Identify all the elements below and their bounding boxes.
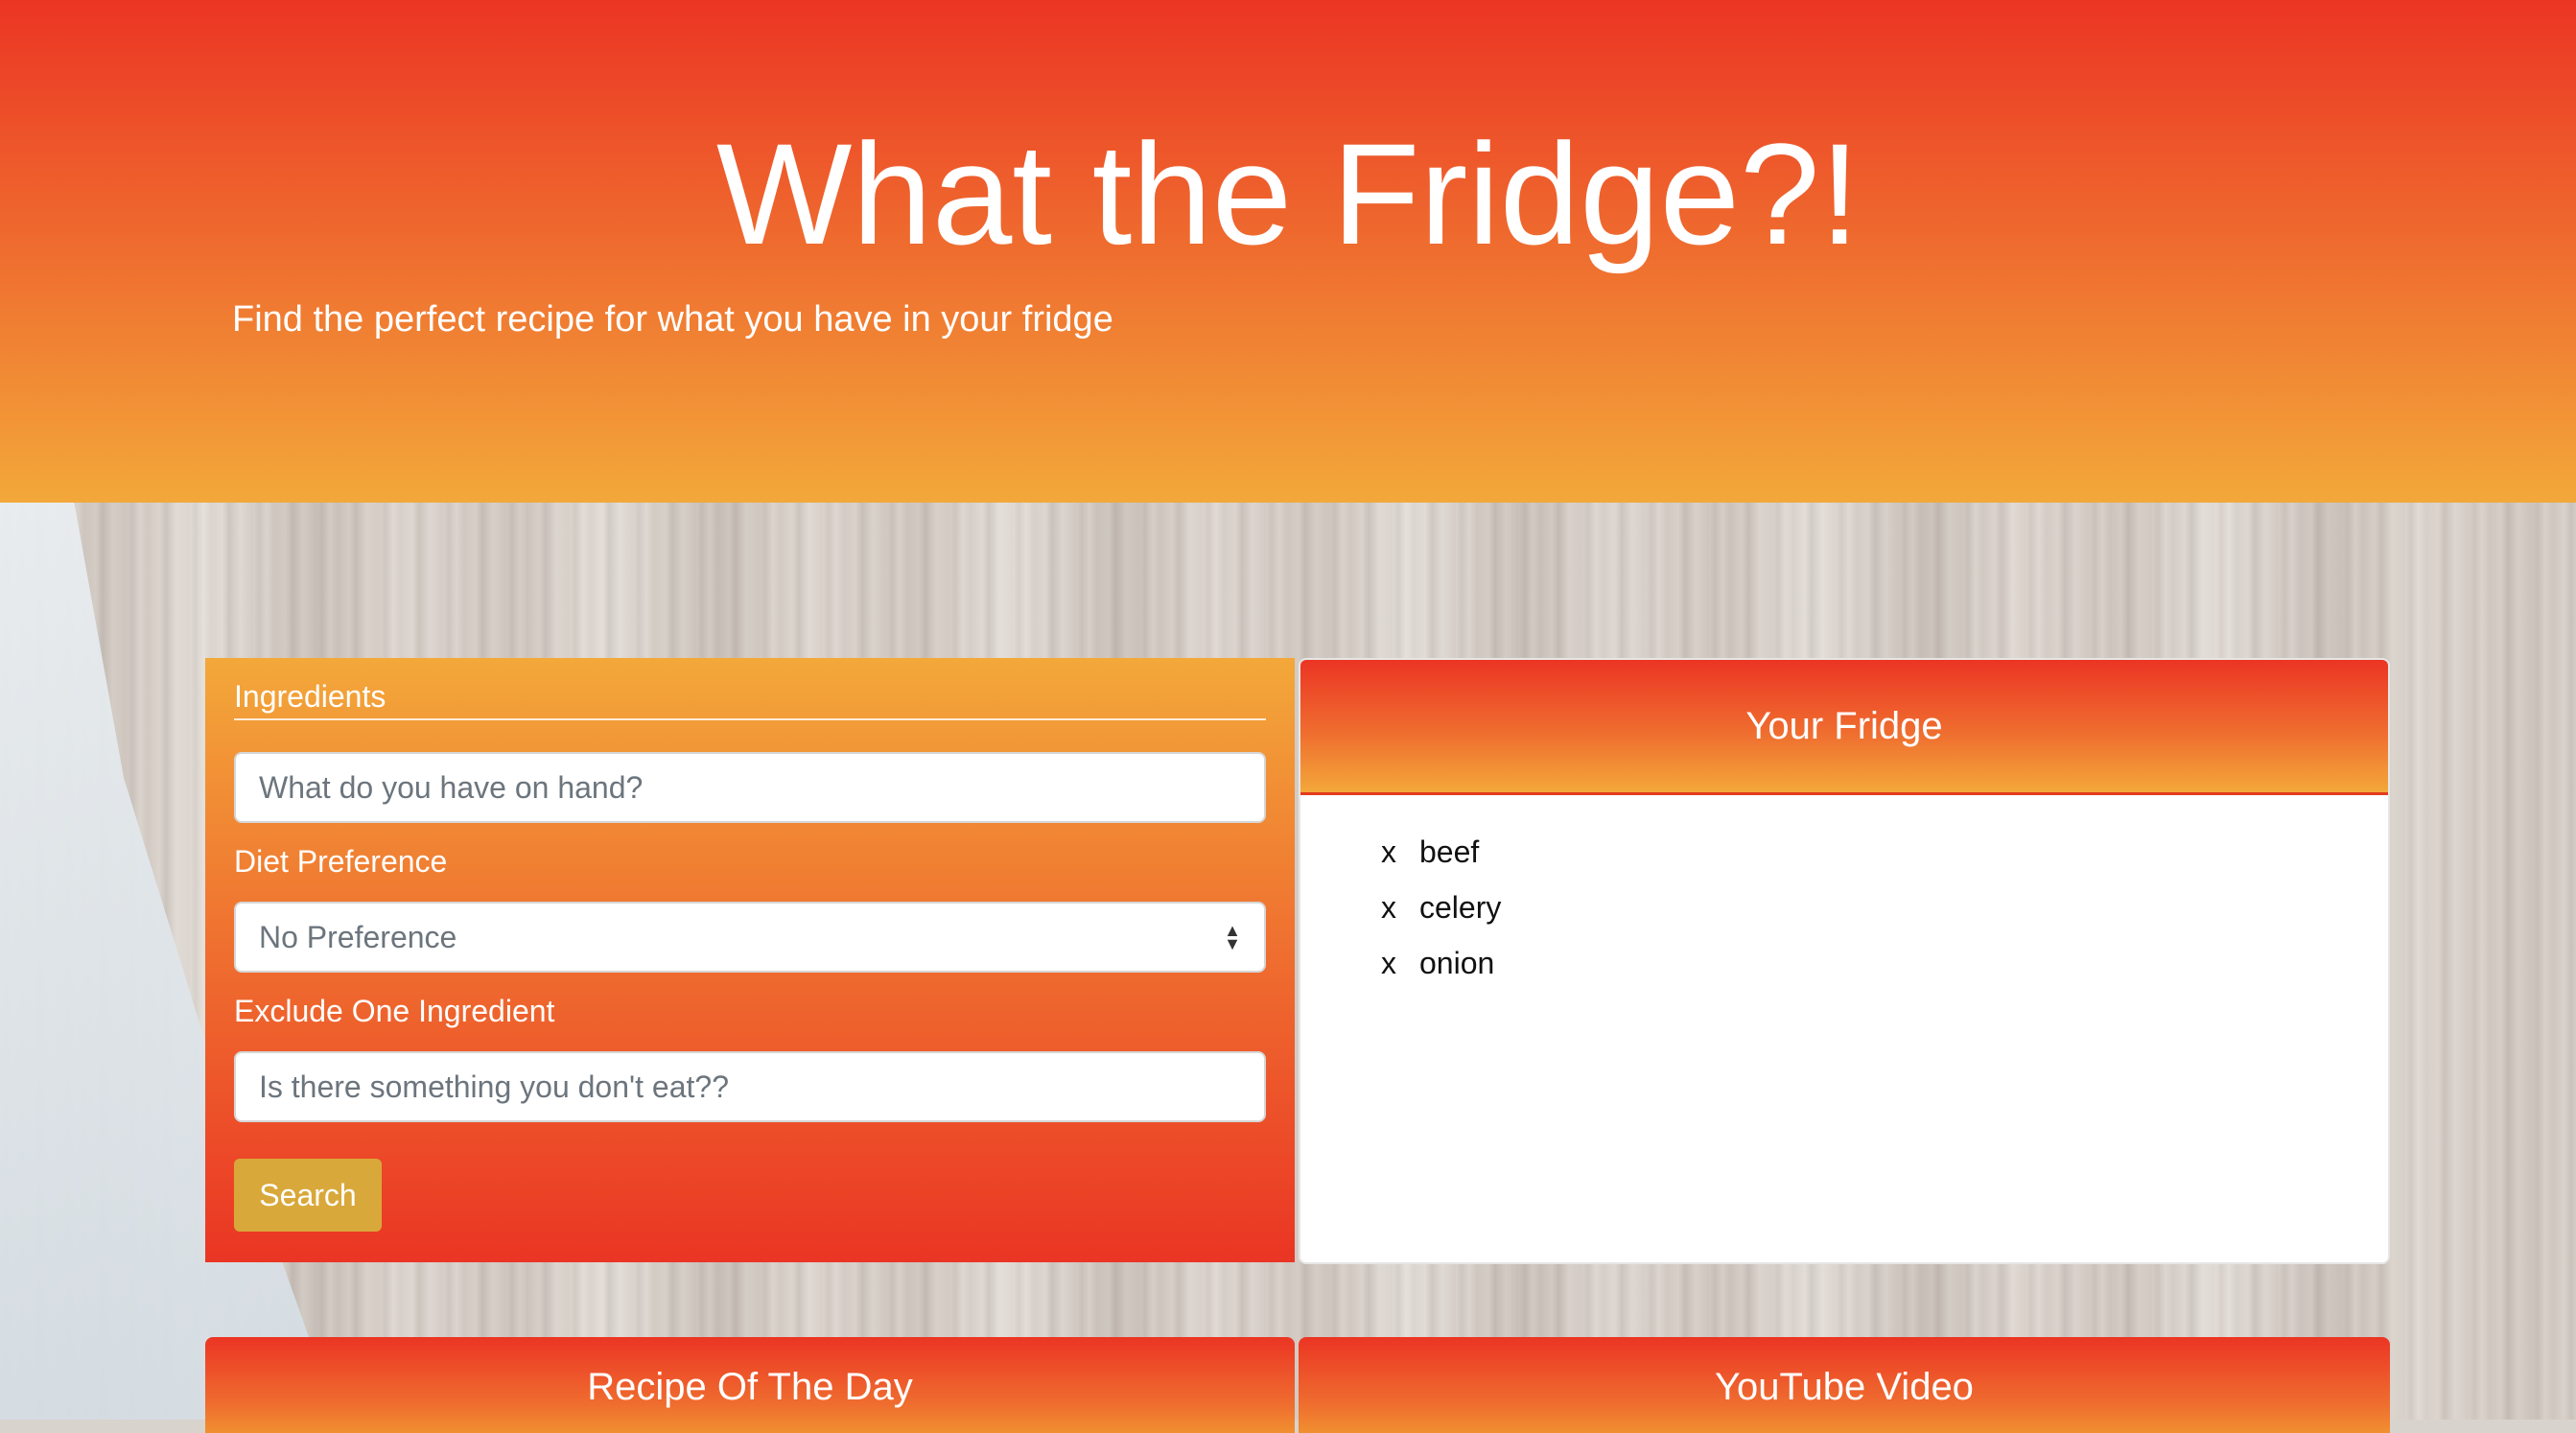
fridge-body: x beef x celery x onion <box>1329 795 2359 1262</box>
diet-preference-select[interactable]: No Preference ▲ ▼ <box>234 902 1266 973</box>
fridge-item-name: beef <box>1419 834 1480 869</box>
youtube-video-title: YouTube Video <box>1715 1366 1974 1408</box>
fridge-item-name: celery <box>1419 889 1502 925</box>
your-fridge-title: Your Fridge <box>1300 660 2388 795</box>
fridge-item: x celery <box>1381 880 1501 935</box>
fridge-list: x beef x celery x onion <box>1381 824 1501 991</box>
search-form: Ingredients Diet Preference No Preferenc… <box>205 658 1295 1262</box>
fridge-item-name: onion <box>1419 945 1495 980</box>
site-tagline: Find the perfect recipe for what you hav… <box>232 299 1113 340</box>
select-arrows-icon: ▲ ▼ <box>1224 921 1241 953</box>
diet-preference-value: No Preference <box>259 919 457 954</box>
ingredients-divider <box>234 718 1266 720</box>
recipe-of-the-day-title: Recipe Of The Day <box>587 1366 913 1408</box>
header-banner: What the Fridge?! Find the perfect recip… <box>0 0 2576 503</box>
recipe-of-the-day-card: Recipe Of The Day <box>205 1337 1295 1433</box>
your-fridge-card: Your Fridge x beef x celery x onion <box>1299 658 2390 1264</box>
site-title: What the Fridge?! <box>715 113 1861 274</box>
fridge-item: x onion <box>1381 935 1501 991</box>
diet-preference-label: Diet Preference <box>234 844 448 879</box>
remove-item-button[interactable]: x <box>1381 946 1419 981</box>
fridge-item: x beef <box>1381 824 1501 880</box>
exclude-ingredient-label: Exclude One Ingredient <box>234 994 555 1028</box>
search-button[interactable]: Search <box>234 1159 382 1232</box>
ingredients-input[interactable] <box>234 752 1266 823</box>
youtube-video-card: YouTube Video <box>1299 1337 2390 1433</box>
ingredients-label: Ingredients <box>234 679 386 714</box>
remove-item-button[interactable]: x <box>1381 890 1419 926</box>
remove-item-button[interactable]: x <box>1381 834 1419 870</box>
exclude-ingredient-input[interactable] <box>234 1051 1266 1122</box>
